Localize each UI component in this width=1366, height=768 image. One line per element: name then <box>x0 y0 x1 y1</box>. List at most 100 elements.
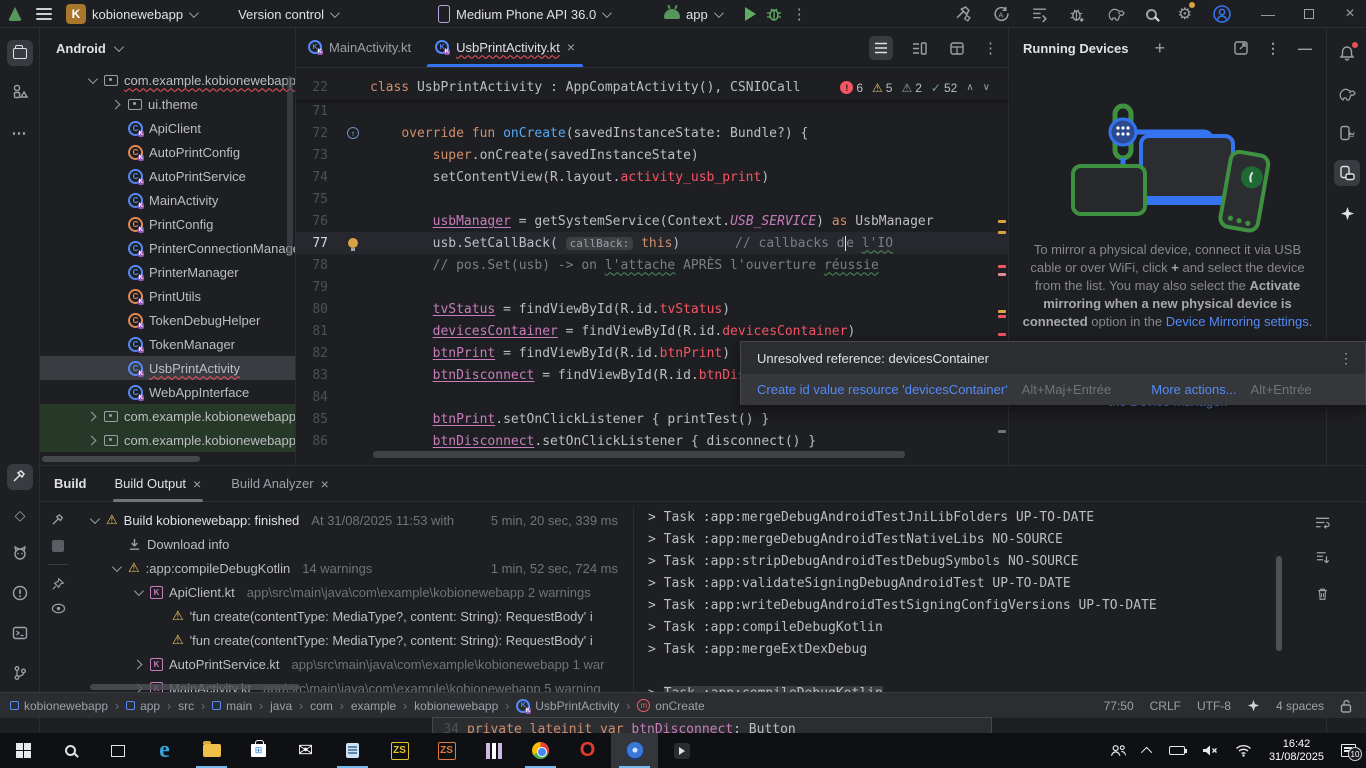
line-ending[interactable]: CRLF <box>1150 699 1181 713</box>
code-line[interactable]: 76 usbManager = getSystemService(Context… <box>296 210 1008 232</box>
soft-wrap-icon[interactable] <box>1315 516 1330 529</box>
console-line[interactable]: > Task :app:mergeDebugAndroidTestNativeL… <box>648 528 1285 550</box>
profiler-bug-icon[interactable] <box>1069 6 1086 23</box>
stripe-mark[interactable] <box>998 430 1006 433</box>
clock[interactable]: 16:42 31/08/2025 <box>1269 738 1324 764</box>
device-selector[interactable]: Medium Phone API 36.0 <box>438 0 609 28</box>
wifi-icon[interactable] <box>1235 744 1252 757</box>
battery-icon[interactable] <box>1169 746 1185 755</box>
gemini-icon[interactable] <box>1334 200 1360 226</box>
console-scrollbar[interactable] <box>1276 556 1282 651</box>
build-tree-row[interactable]: ⚠'fun create(contentType: MediaType?, co… <box>76 628 632 652</box>
breadcrumb-item[interactable]: monCreate <box>637 699 704 713</box>
code-line[interactable]: 80 tvStatus = findViewById(R.id.tvStatus… <box>296 298 1008 320</box>
taskbar-android-studio-icon[interactable] <box>611 733 658 768</box>
volume-muted-icon[interactable] <box>1202 744 1218 757</box>
project-tree-item[interactable]: CAutoPrintConfig <box>40 140 295 164</box>
console-line[interactable]: > Task :app:mergeDebugAndroidTestJniLibF… <box>648 506 1285 528</box>
console-line[interactable]: > Task :app:validateSigningDebugAndroidT… <box>648 572 1285 594</box>
code-line[interactable]: 86 btnDisconnect.setOnClickListener { di… <box>296 430 1008 452</box>
indent-setting[interactable]: 4 spaces <box>1276 699 1324 713</box>
close-tab-icon[interactable]: × <box>193 476 201 492</box>
next-problem-icon[interactable]: ∨ <box>983 82 990 93</box>
editor-horizontal-scrollbar[interactable] <box>373 451 905 458</box>
build-tab[interactable]: Build Analyzer× <box>229 466 331 502</box>
gradle-icon[interactable] <box>1334 80 1360 106</box>
logcat-icon[interactable] <box>7 540 33 566</box>
resource-manager-icon[interactable] <box>7 78 33 104</box>
taskbar-store-icon[interactable]: ⊞ <box>235 733 282 768</box>
taskbar-app-yellow-icon[interactable]: ZS <box>376 733 423 768</box>
stop-build-icon[interactable] <box>52 540 64 552</box>
terminal-icon[interactable] <box>7 620 33 646</box>
action-center-icon[interactable]: 10 <box>1341 744 1356 757</box>
build-tab[interactable]: Build Output× <box>113 466 204 502</box>
git-branch-icon[interactable] <box>7 660 33 686</box>
debug-button[interactable] <box>766 6 782 22</box>
editor-preview-icon[interactable] <box>945 36 969 60</box>
breadcrumb-item[interactable]: KUsbPrintActivity <box>516 699 619 713</box>
project-tree-item[interactable]: CPrinterConnectionManager <box>40 236 295 260</box>
build-console[interactable]: > Task :app:mergeDebugAndroidTestJniLibF… <box>633 506 1285 692</box>
run-button[interactable] <box>745 7 756 21</box>
override-icon[interactable]: ↑ <box>347 127 359 139</box>
close-tab-icon[interactable]: × <box>321 476 329 492</box>
taskbar-search-icon[interactable] <box>47 733 94 768</box>
problems-icon[interactable] <box>7 580 33 606</box>
quick-fix-action[interactable]: Create id value resource 'devicesContain… <box>757 382 1008 397</box>
taskbar-app-orange-icon[interactable]: ZS <box>423 733 470 768</box>
scroll-to-end-icon[interactable] <box>1316 551 1330 565</box>
taskbar-notepad-icon[interactable] <box>329 733 376 768</box>
project-tree-item[interactable]: CPrinterManager <box>40 260 295 284</box>
unlocked-icon[interactable] <box>1340 699 1352 713</box>
profile-icon[interactable] <box>1213 5 1231 23</box>
project-tree-item[interactable]: CTokenDebugHelper <box>40 308 295 332</box>
code-line[interactable]: 75 <box>296 188 1008 210</box>
tree-chevron-icon[interactable] <box>108 565 122 572</box>
breadcrumb-item[interactable]: com <box>310 699 333 713</box>
project-tree-item[interactable]: com.example.kobionewebapp <box>40 68 295 92</box>
project-tree-item[interactable]: CWebAppInterface <box>40 380 295 404</box>
build-tree-row[interactable]: ⚠'fun create(contentType: MediaType?, co… <box>76 604 632 628</box>
gradle-sync-icon[interactable] <box>1107 6 1125 22</box>
vcs-selector[interactable]: Version control <box>238 7 337 22</box>
stripe-mark[interactable] <box>998 315 1006 318</box>
more-tool-windows-icon[interactable]: ⋯ <box>7 120 33 146</box>
people-icon[interactable] <box>1110 744 1127 757</box>
open-in-window-icon[interactable] <box>1234 41 1248 55</box>
console-line[interactable]: > Task :app:compileDebugKotlin <box>648 682 1285 692</box>
build-tree-row[interactable]: KApiClient.ktapp\src\main\java\com\examp… <box>76 580 632 604</box>
console-line[interactable] <box>648 660 1285 682</box>
breadcrumb-item[interactable]: java <box>270 699 292 713</box>
build-icon[interactable] <box>955 6 972 23</box>
more-actions-link[interactable]: More actions... <box>1151 382 1236 397</box>
close-tab-icon[interactable]: × <box>567 39 575 55</box>
build-tree-horizontal-scrollbar[interactable] <box>90 684 300 690</box>
project-selector[interactable]: K kobionewebapp <box>66 4 196 24</box>
editor-tab[interactable]: KMainActivity.kt <box>296 27 423 67</box>
hidden-icons-chevron[interactable] <box>1141 746 1152 757</box>
tree-chevron-icon[interactable] <box>84 437 98 444</box>
search-everywhere-icon[interactable] <box>1146 9 1157 20</box>
breadcrumb-item[interactable]: app <box>126 699 160 713</box>
build-tool-button[interactable] <box>7 464 33 490</box>
ai-assist-star-icon[interactable] <box>1247 699 1260 712</box>
project-tool-button[interactable] <box>7 40 33 66</box>
project-horizontal-scrollbar[interactable] <box>42 456 200 462</box>
pin-icon[interactable] <box>51 577 65 591</box>
window-minimize-button[interactable]: — <box>1260 6 1276 22</box>
window-maximize-button[interactable] <box>1304 9 1314 19</box>
breadcrumb-item[interactable]: example <box>351 699 396 713</box>
taskbar-mail-icon[interactable]: ✉ <box>282 733 329 768</box>
project-tree-item[interactable]: CMainActivity <box>40 188 295 212</box>
stripe-mark[interactable] <box>998 333 1006 336</box>
breadcrumb-item[interactable]: kobionewebapp <box>10 699 108 713</box>
project-tree-item[interactable]: ui.theme <box>40 92 295 116</box>
hide-panel-icon[interactable]: — <box>1298 40 1312 56</box>
build-tree-row[interactable]: ⚠:app:compileDebugKotlin14 warnings1 min… <box>76 556 632 580</box>
restart-list-icon[interactable] <box>1031 6 1048 23</box>
stripe-mark[interactable] <box>998 273 1006 276</box>
build-tree-row[interactable]: ⚠Build kobionewebapp: finishedAt 31/08/2… <box>76 508 632 532</box>
project-tree-item[interactable]: CUsbPrintActivity <box>40 356 295 380</box>
code-line[interactable]: 71 <box>296 100 1008 122</box>
